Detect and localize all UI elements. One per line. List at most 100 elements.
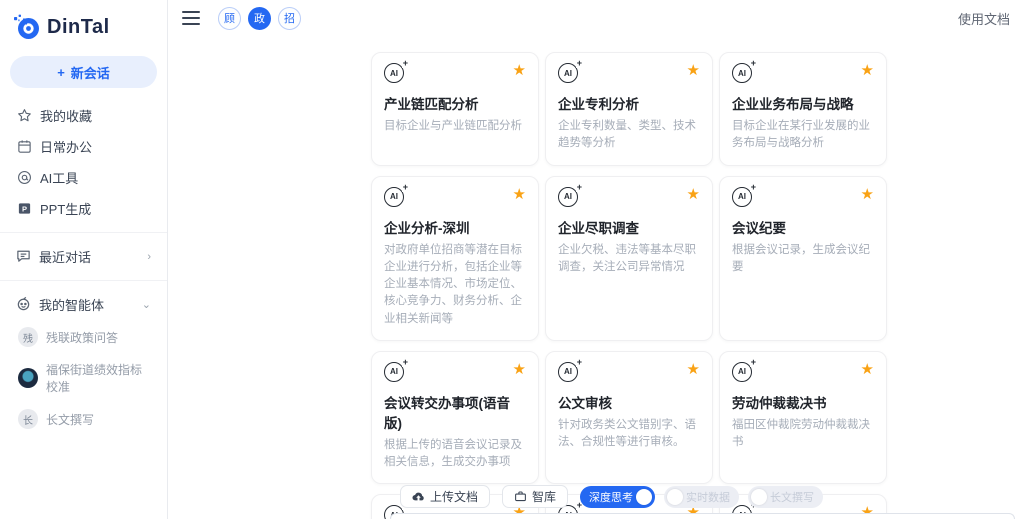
card-description: 对政府单位招商等潜在目标企业进行分析，包括企业等企业基本情况、市场定位、核心竞争…	[384, 242, 526, 328]
agent-card[interactable]: AI+ ★ 企业专利分析 企业专利数量、类型、技术趋势等分析	[545, 52, 713, 166]
agent-list-item[interactable]: 长 长文撰写	[0, 402, 167, 436]
menu-toggle-icon[interactable]	[182, 11, 200, 25]
agent-list-item[interactable]: 福保街道绩效指标校准	[0, 354, 167, 402]
agent-label: 残联政策问答	[46, 329, 118, 346]
upload-document-label: 上传文档	[430, 488, 478, 505]
workspace-tabs: 顾 政 招	[218, 7, 301, 30]
sidebar-menu-label: AI工具	[40, 168, 78, 187]
briefcase-icon	[514, 490, 527, 503]
agent-card[interactable]: AI+ ★ 公文审核 针对政务类公文错别字、语法、合规性等进行审核。	[545, 351, 713, 485]
favorite-star-icon[interactable]: ★	[861, 187, 874, 202]
toggle-group: 深度思考 实时数据 长文撰写	[580, 486, 823, 508]
sidebar-menu-label: PPT生成	[40, 199, 91, 218]
sidebar-menu-item[interactable]: AI工具	[0, 162, 167, 193]
favorite-star-icon[interactable]: ★	[513, 63, 526, 78]
topbar: 顾 政 招 使用文档	[168, 0, 1024, 36]
new-chat-button[interactable]: + 新会话	[10, 56, 157, 88]
ai-badge-icon: AI+	[558, 362, 580, 384]
agent-card[interactable]: AI+ ★ 劳动仲裁裁决书 福田区仲裁院劳动仲裁裁决书	[719, 351, 887, 485]
knowledge-base-button[interactable]: 智库	[502, 485, 568, 508]
brand-logo: DinTal	[0, 10, 167, 54]
upload-document-button[interactable]: 上传文档	[400, 485, 490, 508]
card-title: 会议纪要	[732, 217, 874, 237]
sidebar-menu-item[interactable]: 我的收藏	[0, 100, 167, 131]
sidebar-item-my-agents[interactable]: 我的智能体 ⌄	[0, 289, 167, 320]
workspace-tab[interactable]: 顾	[218, 7, 241, 30]
ai-badge-icon: AI+	[384, 187, 406, 209]
agent-card-grid: AI+ ★ 产业链匹配分析 目标企业与产业链匹配分析 AI+ ★ 企业	[371, 52, 887, 519]
sidebar: DinTal + 新会话 我的收藏 日常办公 AI工具	[0, 0, 168, 519]
agent-card[interactable]: AI+ ★ 企业业务布局与战略 目标企业在某行业发展的业务布局与战略分析	[719, 52, 887, 166]
card-description: 根据上传的语音会议记录及相关信息，生成交办事项	[384, 437, 526, 472]
composer: 上传文档 智库 深度思考	[390, 485, 1015, 519]
main-area: 顾 政 招 使用文档 AI+ ★ 产业链匹配分析	[168, 0, 1024, 519]
card-description: 企业欠税、违法等基本尽职调查，关注公司异常情况	[558, 242, 700, 277]
card-description: 针对政务类公文错别字、语法、合规性等进行审核。	[558, 417, 700, 452]
ai-badge-icon: AI+	[558, 63, 580, 85]
app-window: DinTal + 新会话 我的收藏 日常办公 AI工具	[0, 0, 1024, 519]
sidebar-divider	[0, 232, 167, 233]
usage-docs-link[interactable]: 使用文档	[958, 9, 1010, 28]
agent-card[interactable]: AI+ ★ 会议纪要 根据会议记录，生成会议纪要	[719, 176, 887, 341]
slides-icon: P	[16, 201, 32, 217]
sidebar-menu-item[interactable]: P PPT生成	[0, 193, 167, 224]
agent-card[interactable]: AI+ ★ 产业链匹配分析 目标企业与产业链匹配分析	[371, 52, 539, 166]
favorite-star-icon[interactable]: ★	[861, 362, 874, 377]
dintal-logo-icon	[14, 14, 40, 40]
feature-toggle[interactable]: 实时数据	[664, 486, 739, 508]
agent-label: 长文撰写	[46, 411, 94, 428]
sidebar-menu-item[interactable]: 日常办公	[0, 131, 167, 162]
favorite-star-icon[interactable]: ★	[687, 63, 700, 78]
composer-toolbar: 上传文档 智库 深度思考	[390, 485, 1015, 508]
card-title: 会议转交办事项(语音版)	[384, 392, 526, 432]
card-title: 企业业务布局与战略	[732, 93, 874, 113]
toggle-label: 深度思考	[589, 489, 633, 505]
favorite-star-icon[interactable]: ★	[687, 187, 700, 202]
svg-text:P: P	[21, 204, 26, 213]
toggle-knob-icon	[636, 489, 652, 505]
message-input[interactable]	[390, 513, 1015, 519]
favorite-star-icon[interactable]: ★	[513, 187, 526, 202]
agent-card[interactable]: AI+ ★ 企业尽职调查 企业欠税、违法等基本尽职调查，关注公司异常情况	[545, 176, 713, 341]
ai-badge-icon: AI+	[558, 187, 580, 209]
card-title: 公文审核	[558, 392, 700, 412]
favorite-star-icon[interactable]: ★	[513, 362, 526, 377]
star-icon	[16, 108, 32, 124]
sidebar-item-recent-chats[interactable]: 最近对话 ›	[0, 241, 167, 272]
card-description: 根据会议记录，生成会议纪要	[732, 242, 874, 277]
sidebar-menu: 我的收藏 日常办公 AI工具 P PPT生成	[0, 100, 167, 224]
card-title: 产业链匹配分析	[384, 93, 526, 113]
favorite-star-icon[interactable]: ★	[861, 63, 874, 78]
card-description: 福田区仲裁院劳动仲裁裁决书	[732, 417, 874, 452]
calendar-icon	[16, 139, 32, 155]
plus-icon: +	[57, 65, 65, 80]
card-description: 目标企业与产业链匹配分析	[384, 118, 526, 135]
my-agents-label: 我的智能体	[39, 295, 104, 314]
ai-badge-icon: AI+	[384, 362, 406, 384]
toggle-knob-icon	[667, 489, 683, 505]
agent-card[interactable]: AI+ ★ 会议转交办事项(语音版) 根据上传的语音会议记录及相关信息，生成交办…	[371, 351, 539, 485]
feature-toggle[interactable]: 深度思考	[580, 486, 655, 508]
agent-list-item[interactable]: 残 残联政策问答	[0, 320, 167, 354]
agent-card[interactable]: AI+ ★ 企业分析-深圳 对政府单位招商等潜在目标企业进行分析，包括企业等企业…	[371, 176, 539, 341]
toggle-label: 长文撰写	[770, 489, 814, 505]
at-icon	[16, 170, 32, 186]
robot-icon	[16, 296, 31, 314]
ai-badge-icon: AI+	[732, 187, 754, 209]
ai-badge-icon: AI+	[732, 63, 754, 85]
card-title: 劳动仲裁裁决书	[732, 392, 874, 412]
sidebar-menu-label: 日常办公	[40, 137, 92, 156]
feature-toggle[interactable]: 长文撰写	[748, 486, 823, 508]
card-title: 企业分析-深圳	[384, 217, 526, 237]
workspace-tab[interactable]: 政	[248, 7, 271, 30]
agent-avatar: 残	[18, 327, 38, 347]
sidebar-divider	[0, 280, 167, 281]
workspace-tab[interactable]: 招	[278, 7, 301, 30]
agent-label: 福保街道绩效指标校准	[46, 361, 151, 395]
ai-badge-icon: AI+	[384, 63, 406, 85]
chevron-right-icon: ›	[147, 251, 151, 263]
favorite-star-icon[interactable]: ★	[687, 362, 700, 377]
agent-list: 残 残联政策问答 福保街道绩效指标校准 长 长文撰写	[0, 320, 167, 436]
ai-badge-icon: AI+	[732, 362, 754, 384]
agent-avatar: 长	[18, 409, 38, 429]
